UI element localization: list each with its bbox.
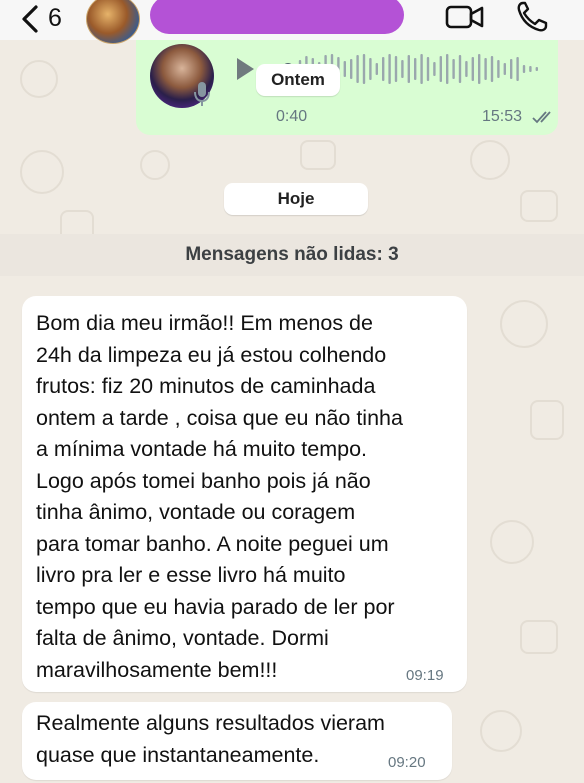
- waveform-bar: [433, 62, 436, 76]
- message-timestamp: 09:19: [406, 667, 444, 684]
- waveform-bar: [407, 55, 410, 83]
- waveform-bar: [382, 57, 385, 81]
- waveform-bar: [343, 61, 346, 77]
- contact-name-redacted[interactable]: [150, 0, 404, 34]
- video-call-icon[interactable]: [444, 2, 486, 32]
- waveform-bar: [510, 59, 513, 79]
- waveform-bar: [535, 67, 538, 71]
- waveform-bar: [388, 54, 391, 84]
- waveform-bar: [350, 59, 353, 79]
- phone-icon[interactable]: [514, 0, 550, 34]
- waveform-bar: [503, 63, 506, 75]
- waveform-bar: [356, 55, 359, 83]
- waveform-bar: [452, 59, 455, 79]
- waveform-bar: [484, 58, 487, 80]
- unread-messages-banner: Mensagens não lidas: 3: [0, 234, 584, 276]
- waveform-bar: [420, 54, 423, 84]
- waveform-bar: [478, 54, 481, 84]
- voice-message-bubble[interactable]: 0:40 15:53: [136, 40, 558, 135]
- back-unread-count[interactable]: 6: [48, 4, 62, 33]
- microphone-icon: [194, 82, 210, 106]
- waveform-bar: [529, 66, 532, 72]
- voice-timestamp: 15:53: [482, 108, 523, 125]
- waveform-bar: [375, 63, 378, 75]
- waveform-bar: [471, 57, 474, 81]
- waveform-bar: [522, 65, 526, 73]
- message-timestamp: 09:20: [388, 754, 426, 771]
- contact-avatar[interactable]: [86, 0, 140, 44]
- waveform-bar: [414, 58, 417, 80]
- message-text: Realmente alguns resultados vieram quase…: [36, 711, 385, 767]
- waveform-bar: [439, 56, 442, 82]
- date-chip-today: Hoje: [224, 183, 368, 215]
- waveform-bar: [426, 57, 430, 81]
- chat-header: 6: [0, 0, 584, 44]
- double-check-icon: [532, 111, 551, 124]
- message-text: Bom dia meu irmão!! Em menos de 24h da l…: [36, 311, 403, 682]
- play-icon[interactable]: [234, 56, 256, 82]
- message-bubble[interactable]: Bom dia meu irmão!! Em menos de 24h da l…: [22, 296, 467, 692]
- waveform-bar: [394, 56, 398, 82]
- chevron-left-icon[interactable]: [18, 4, 44, 34]
- waveform-bar: [369, 58, 372, 80]
- waveform-bar: [446, 54, 449, 84]
- waveform-bar: [401, 60, 404, 78]
- waveform-bar: [362, 54, 366, 84]
- date-chip-yesterday: Ontem: [256, 64, 340, 96]
- waveform-bar: [458, 55, 462, 83]
- waveform-bar: [516, 57, 519, 81]
- waveform-bar: [465, 61, 468, 77]
- message-bubble[interactable]: Realmente alguns resultados vieram quase…: [22, 702, 452, 780]
- waveform-bar: [490, 56, 494, 82]
- voice-duration: 0:40: [276, 108, 308, 125]
- waveform-bar: [497, 60, 500, 78]
